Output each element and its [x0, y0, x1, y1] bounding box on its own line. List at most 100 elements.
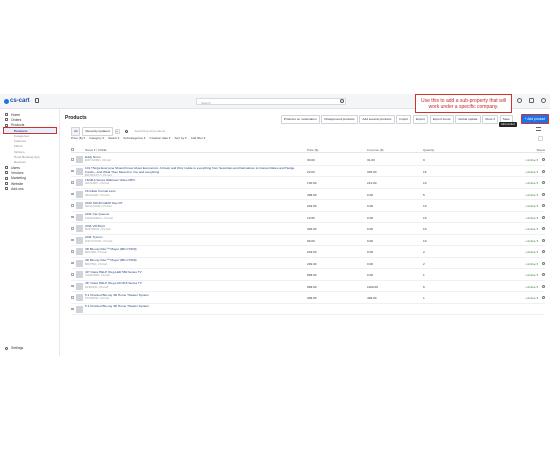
status-dropdown[interactable]: • Active ▾	[525, 296, 538, 300]
list-price-field[interactable]: 325.00	[367, 170, 376, 174]
product-name-cell[interactable]: Eddy Norm EDDYNORM • CS-Cart	[85, 155, 295, 162]
status-dropdown[interactable]: • Active ▾	[525, 262, 538, 266]
product-name[interactable]: 2011 Tycoon	[85, 235, 102, 239]
logo[interactable]: cs-cart	[4, 98, 30, 104]
filter-funnel-icon[interactable]	[538, 136, 543, 141]
search-icon[interactable]	[340, 98, 344, 103]
more-button[interactable]: More ▾	[482, 114, 499, 124]
product-thumbnail[interactable]	[76, 156, 83, 163]
add-several-products-button[interactable]: Add several products	[359, 114, 395, 124]
row-gear-icon[interactable]	[542, 238, 545, 242]
status-dropdown[interactable]: • Active ▾	[525, 216, 538, 220]
row-gear-icon[interactable]	[542, 250, 545, 253]
help-icon[interactable]	[529, 98, 534, 103]
quantity-field[interactable]: 10	[423, 227, 426, 231]
table-row[interactable]: 46" Class HELP Oleg LCD 816 Series TV LN4…	[71, 281, 545, 292]
row-gear-icon[interactable]	[542, 296, 545, 299]
status-dropdown[interactable]: • Active ▾	[525, 193, 538, 197]
table-row[interactable]: 2011 Tycoon 2011TYCOON • CS-Cart 99.00 0.00…	[71, 235, 545, 246]
table-row[interactable]: 16GB A Series Walkman Video MP3 A0070-M07…	[71, 177, 545, 189]
row-checkbox[interactable]	[71, 261, 74, 265]
table-row[interactable]: 18 Glitter Formal Lens N0011LE06 • CS-Car…	[71, 189, 545, 200]
row-checkbox[interactable]	[71, 250, 74, 253]
product-thumbnail[interactable]	[76, 190, 83, 198]
product-thumbnail[interactable]	[76, 282, 83, 290]
status-dropdown[interactable]: • Active ▾	[525, 239, 538, 243]
price-field[interactable]: 249.00	[307, 250, 316, 254]
row-checkbox[interactable]	[71, 158, 74, 161]
status-dropdown[interactable]: • Active ▾	[525, 250, 538, 254]
filter-creation-date[interactable]: Creation date ▾	[149, 136, 170, 140]
quantity-field[interactable]: 1	[423, 273, 425, 277]
filter-category[interactable]: Category ▾	[89, 136, 104, 140]
row-gear-icon[interactable]	[542, 192, 545, 196]
row-gear-icon[interactable]	[542, 169, 545, 173]
row-checkbox[interactable]	[71, 238, 74, 242]
row-gear-icon[interactable]	[542, 227, 545, 230]
row-checkbox[interactable]	[71, 284, 74, 288]
list-price-field[interactable]: 499.00	[367, 296, 376, 300]
product-thumbnail[interactable]	[76, 236, 83, 244]
price-field[interactable]: 30.00	[307, 158, 315, 162]
quantity-field[interactable]: 10	[423, 216, 426, 220]
quantity-field[interactable]: 15	[423, 170, 426, 174]
row-checkbox[interactable]	[71, 204, 74, 207]
product-name-cell[interactable]: 16GB A Series Walkman Video MP3 A0070-M07…	[85, 178, 295, 185]
bell-icon[interactable]	[517, 98, 522, 103]
add-product-button[interactable]: + Add product	[520, 114, 549, 124]
status-dropdown[interactable]: • Active ▾	[525, 170, 538, 174]
table-row[interactable]: 101 Things Everyone Should Know About Ec…	[71, 166, 545, 177]
table-row[interactable]: 5.1 Channel Blu-ray 3D Home Theater Syst…	[71, 304, 545, 315]
product-thumbnail[interactable]	[76, 271, 83, 278]
product-thumbnail[interactable]	[76, 248, 83, 255]
row-checkbox[interactable]	[71, 273, 74, 276]
export-found-button[interactable]: Export found	[429, 114, 454, 124]
row-gear-icon[interactable]	[542, 273, 545, 276]
list-price-field[interactable]: 0.00	[367, 262, 373, 266]
quantity-field[interactable]: 10	[423, 204, 426, 208]
quantity-field[interactable]: 5	[423, 193, 425, 197]
status-dropdown[interactable]: • Active ▾	[525, 181, 538, 185]
list-price-field[interactable]: 1100.00	[367, 285, 378, 289]
export-button[interactable]: Export	[412, 114, 429, 124]
filter-sort-by[interactable]: Sort by ▾	[174, 136, 186, 140]
list-price-field[interactable]: 31.00	[367, 158, 375, 162]
product-name-cell[interactable]: 46" Class HELP Oleg LCD 816 Series TV LN4…	[85, 281, 295, 288]
product-name-cell[interactable]: 2011 VR Box3 BOXVR0011 • CS-Cart	[85, 224, 295, 231]
product-thumbnail[interactable]	[76, 294, 83, 301]
row-checkbox[interactable]	[71, 307, 74, 311]
table-row[interactable]: Eddy Norm EDDYNORM • CS-Cart 30.00 31.00 9 • …	[71, 154, 545, 166]
product-name[interactable]: 18 Glitter Formal Lens	[85, 189, 116, 193]
row-gear-icon[interactable]	[542, 261, 545, 265]
product-name-cell[interactable]: 18 Glitter Formal Lens N0011LE06 • CS-Car…	[85, 189, 295, 196]
product-name[interactable]: 16GB A Series Walkman Video MP3	[85, 178, 135, 182]
product-name-cell[interactable]: 5.1 Channel Blu-ray 3D Home Theater Syst…	[85, 293, 295, 300]
row-checkbox[interactable]	[71, 192, 74, 196]
price-field[interactable]: 249.00	[307, 262, 316, 266]
price-field[interactable]: 19.95	[307, 216, 315, 220]
product-thumbnail[interactable]	[76, 305, 83, 313]
row-gear-icon[interactable]	[542, 181, 545, 184]
quantity-field[interactable]: 1	[423, 296, 425, 300]
filter-status[interactable]: Status ▾	[108, 136, 119, 140]
price-field[interactable]: 249.00	[307, 204, 316, 208]
product-name-cell[interactable]: 5.1 Channel Blu-ray 3D Home Theater Syst…	[85, 304, 295, 309]
import-button[interactable]: Import	[396, 114, 412, 124]
product-name-cell[interactable]: 2011 Tycoon 2011TYCOON • CS-Cart	[85, 235, 295, 242]
list-price-field[interactable]: 0.00	[367, 193, 373, 197]
product-thumbnail[interactable]	[76, 167, 83, 175]
status-dropdown[interactable]: • Active ▾	[525, 273, 538, 277]
tab-all[interactable]: All	[71, 127, 81, 136]
product-name[interactable]: 5.1 Channel Blu-ray 3D Home Theater Syst…	[85, 304, 149, 308]
global-update-button[interactable]: Global update	[455, 114, 481, 124]
table-row[interactable]: 40" Class HELP Oleg LED 580 Series TV UN4…	[71, 269, 545, 281]
list-price-field[interactable]: 0.00	[367, 239, 373, 243]
product-name-cell[interactable]: 2010 SOUR GRAP Day DT S0014-SOUR • CS-Car…	[85, 201, 295, 208]
product-name[interactable]: 46" Class HELP Oleg LCD 816 Series TV	[85, 281, 142, 285]
list-price-field[interactable]: 0.00	[367, 273, 373, 277]
status-dropdown[interactable]: • Active ▾	[525, 204, 538, 208]
list-price-field[interactable]: 0.00	[367, 227, 373, 231]
sidebar-item-addons[interactable]: Add-ons	[0, 186, 59, 191]
user-avatar-icon[interactable]	[541, 98, 546, 103]
product-name[interactable]: 2011 Car Queens	[85, 212, 109, 216]
